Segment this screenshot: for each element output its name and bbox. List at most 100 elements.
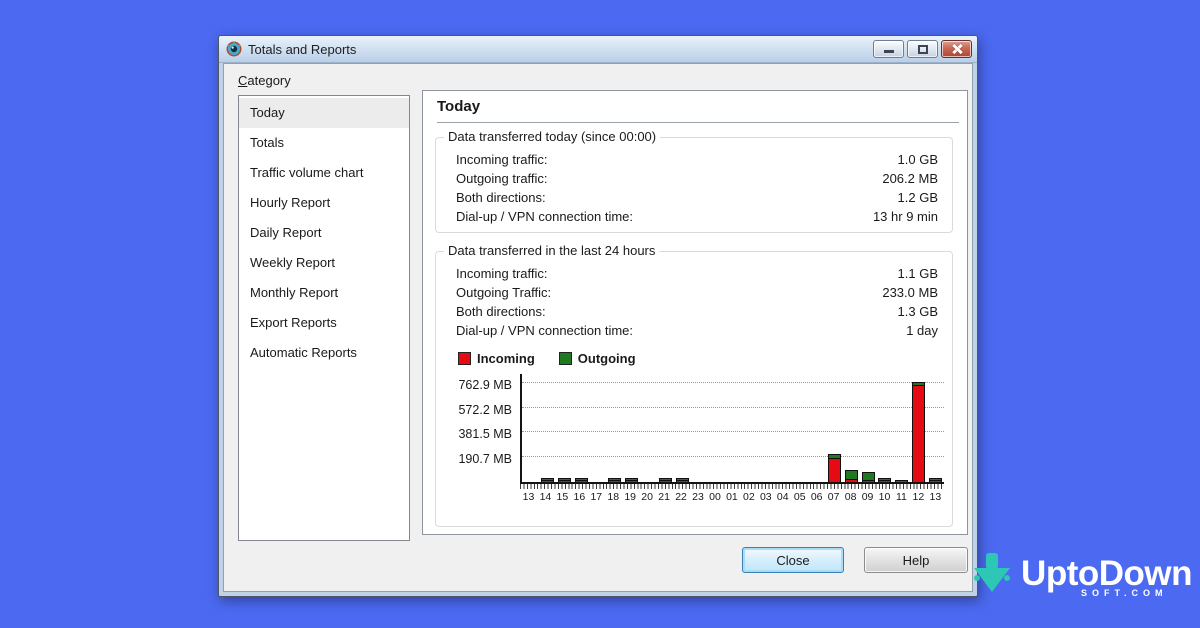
x-tick-label: 06 <box>808 491 825 503</box>
window-titlebar[interactable]: Totals and Reports <box>219 36 977 63</box>
heading-divider <box>437 122 959 123</box>
sidebar-item-weekly-report[interactable]: Weekly Report <box>239 248 409 278</box>
help-button[interactable]: Help <box>864 547 968 573</box>
x-tick-label: 02 <box>740 491 757 503</box>
incoming-bar-segment <box>558 480 571 482</box>
incoming-swatch-icon <box>458 352 471 365</box>
x-tick-label: 09 <box>859 491 876 503</box>
stat-value: 1.1 GB <box>898 264 938 283</box>
stat-row: Incoming traffic:1.0 GB <box>436 150 952 169</box>
bar-hour-18 <box>608 478 621 482</box>
bar-hour-12 <box>912 382 925 482</box>
legend-outgoing-label: Outgoing <box>578 351 636 366</box>
chart-plot <box>520 374 944 484</box>
gridline <box>522 407 944 408</box>
traffic-bar-chart: 190.7 MB381.5 MB572.2 MB762.9 MB 1314151… <box>440 374 944 522</box>
incoming-bar-segment <box>912 385 925 482</box>
minimize-button[interactable] <box>873 40 904 58</box>
category-listbox[interactable]: Today Totals Traffic volume chart Hourly… <box>238 95 410 541</box>
outgoing-swatch-icon <box>559 352 572 365</box>
bar-hour-09 <box>862 472 875 482</box>
incoming-bar-segment <box>608 480 621 482</box>
chart-x-axis-labels: 1314151617181920212223000102030405060708… <box>520 491 944 503</box>
uptodown-watermark: UptoDown SOFT.COM <box>970 552 1192 596</box>
sidebar-item-automatic-reports[interactable]: Automatic Reports <box>239 338 409 368</box>
x-tick-label: 20 <box>639 491 656 503</box>
stat-row: Both directions: 1.3 GB <box>436 302 952 321</box>
chart-y-axis-labels: 190.7 MB 381.5 MB 572.2 MB 762.9 MB <box>440 374 520 484</box>
x-tick-label: 16 <box>571 491 588 503</box>
x-tick-label: 05 <box>791 491 808 503</box>
stat-value: 233.0 MB <box>882 283 938 302</box>
x-tick-label: 22 <box>673 491 690 503</box>
stat-label: Both directions: <box>456 302 546 321</box>
sidebar-item-totals[interactable]: Totals <box>239 128 409 158</box>
sidebar-item-hourly-report[interactable]: Hourly Report <box>239 188 409 218</box>
x-tick-label: 07 <box>825 491 842 503</box>
x-tick-label: 12 <box>910 491 927 503</box>
stat-row: Outgoing Traffic:233.0 MB <box>436 283 952 302</box>
group-data-last24h: Data transferred in the last 24 hours In… <box>435 251 953 527</box>
x-tick-label: 11 <box>893 491 910 503</box>
x-tick-label: 17 <box>588 491 605 503</box>
outgoing-bar-segment <box>895 480 908 482</box>
maximize-icon <box>918 45 928 54</box>
bar-hour-13 <box>929 478 942 482</box>
sidebar-item-export-reports[interactable]: Export Reports <box>239 308 409 338</box>
x-tick-label: 01 <box>723 491 740 503</box>
y-tick-label: 381.5 MB <box>458 427 512 441</box>
stat-value: 1.2 GB <box>898 188 938 207</box>
x-tick-label: 18 <box>605 491 622 503</box>
stat-row: Outgoing traffic:206.2 MB <box>436 169 952 188</box>
x-tick-label: 10 <box>876 491 893 503</box>
outgoing-bar-segment <box>845 470 858 479</box>
x-tick-label: 19 <box>622 491 639 503</box>
stat-row: Incoming traffic:1.1 GB <box>436 264 952 283</box>
stat-value: 1.3 GB <box>898 302 938 321</box>
bar-hour-21 <box>659 478 672 482</box>
bar-hour-08 <box>845 470 858 482</box>
stat-row: Dial-up / VPN connection time:13 hr 9 mi… <box>436 207 952 226</box>
incoming-bar-segment <box>828 458 841 482</box>
stat-value: 1.0 GB <box>898 150 938 169</box>
y-tick-label: 190.7 MB <box>458 452 512 466</box>
bar-hour-07 <box>828 454 841 482</box>
stat-label: Dial-up / VPN connection time: <box>456 207 633 226</box>
incoming-bar-segment <box>659 480 672 482</box>
page-title: Today <box>437 98 480 115</box>
x-tick-label: 13 <box>927 491 944 503</box>
legend-outgoing: Outgoing <box>559 351 636 366</box>
chart-legend: Incoming Outgoing <box>458 351 636 366</box>
x-tick-label: 08 <box>842 491 859 503</box>
gridline <box>522 431 944 432</box>
totals-and-reports-window: Totals and Reports Category Today Totals… <box>218 35 978 597</box>
x-tick-label: 14 <box>537 491 554 503</box>
sidebar-item-daily-report[interactable]: Daily Report <box>239 218 409 248</box>
x-tick-label: 13 <box>520 491 537 503</box>
bar-hour-19 <box>625 478 638 482</box>
window-title: Totals and Reports <box>248 42 873 57</box>
bar-hour-16 <box>575 478 588 482</box>
today-report-panel: Today Data transferred today (since 00:0… <box>422 90 968 535</box>
y-tick-label: 572.2 MB <box>458 403 512 417</box>
stat-value: 1 day <box>906 321 938 340</box>
sidebar-item-monthly-report[interactable]: Monthly Report <box>239 278 409 308</box>
uptodown-brand-text: UptoDown <box>1021 557 1192 590</box>
minimize-icon <box>884 50 894 53</box>
x-tick-label: 21 <box>656 491 673 503</box>
x-tick-label: 03 <box>757 491 774 503</box>
y-tick-label: 762.9 MB <box>458 378 512 392</box>
sidebar-item-today[interactable]: Today <box>239 98 409 128</box>
bar-hour-22 <box>676 478 689 482</box>
incoming-bar-segment <box>929 480 942 482</box>
close-window-button[interactable] <box>941 40 972 58</box>
maximize-button[interactable] <box>907 40 938 58</box>
stat-row: Both directions:1.2 GB <box>436 188 952 207</box>
bar-hour-10 <box>878 478 891 482</box>
sidebar-item-traffic-volume-chart[interactable]: Traffic volume chart <box>239 158 409 188</box>
close-button[interactable]: Close <box>742 547 844 573</box>
outgoing-bar-segment <box>862 472 875 480</box>
incoming-bar-segment <box>845 479 858 482</box>
x-tick-label: 15 <box>554 491 571 503</box>
category-label: Category <box>238 73 291 88</box>
